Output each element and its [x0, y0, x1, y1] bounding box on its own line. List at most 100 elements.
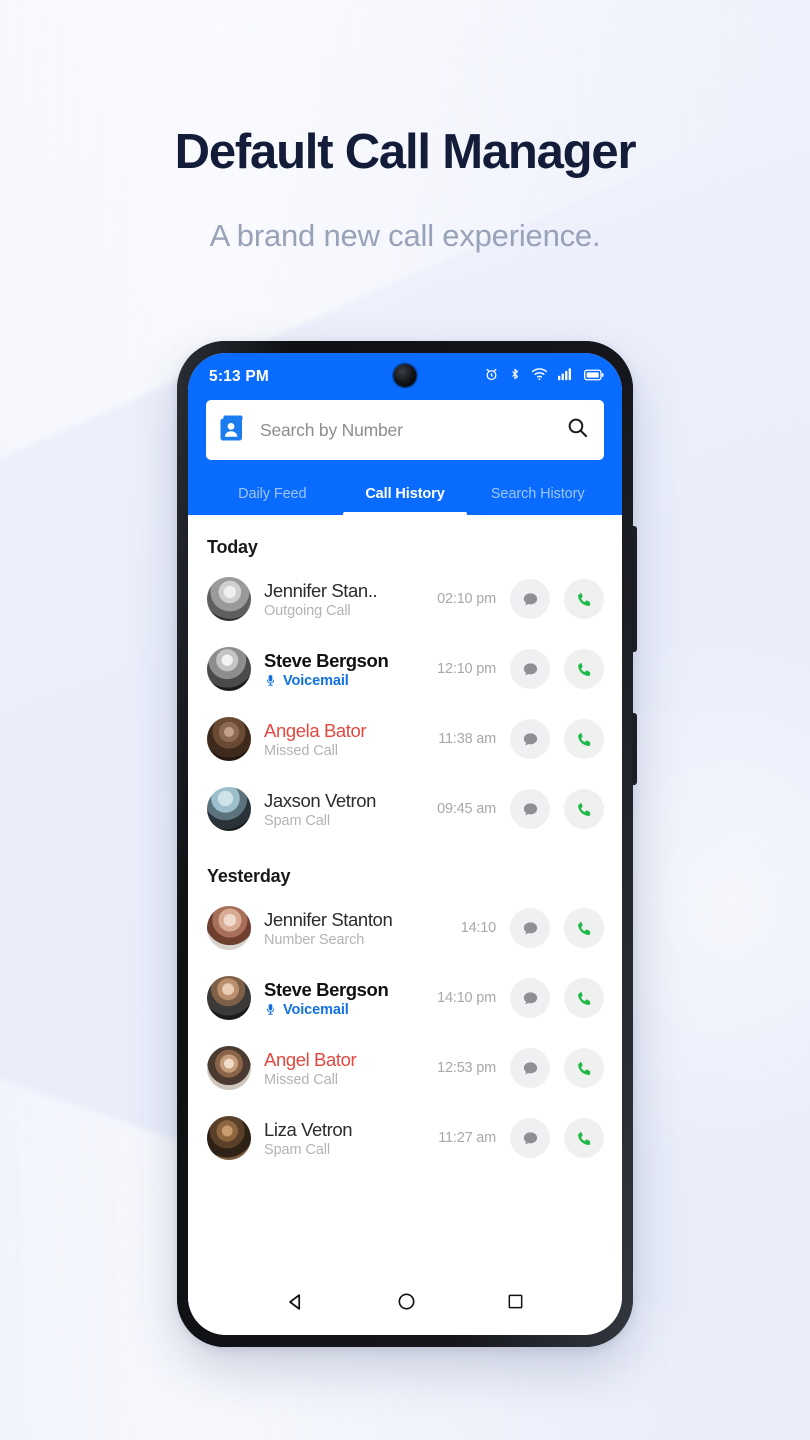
message-button[interactable]	[510, 719, 550, 759]
call-status: Spam Call	[264, 1141, 330, 1158]
call-list-item[interactable]: Liza Vetron Spam Call 11:27 am	[188, 1103, 622, 1173]
avatar	[207, 717, 251, 761]
message-icon	[523, 1061, 537, 1074]
contact-name: Liza Vetron	[264, 1118, 353, 1140]
android-nav-bar	[188, 1273, 622, 1335]
message-button[interactable]	[510, 908, 550, 948]
search-bar[interactable]: Search by Number	[206, 400, 604, 460]
contact-name: Steve Bergson	[264, 978, 389, 1000]
page-title: Default Call Manager	[174, 125, 637, 179]
search-icon[interactable]	[566, 416, 589, 444]
call-time: 12:10 pm	[437, 661, 496, 677]
bluetooth-icon	[509, 366, 521, 387]
tab-bar: Daily Feed Call History Search History	[206, 460, 604, 515]
call-status: Missed Call	[264, 742, 338, 759]
contact-name: Angel Bator	[264, 1048, 357, 1070]
call-status: Outgoing Call	[264, 602, 351, 619]
avatar	[207, 647, 251, 691]
call-list-item[interactable]: Jennifer Stanton Number Search 14:10	[188, 893, 622, 963]
call-meta: Angel Bator Missed Call	[264, 1049, 426, 1088]
call-button[interactable]	[564, 719, 604, 759]
recents-icon[interactable]	[506, 1292, 525, 1316]
call-meta: Jennifer Stan.. Outgoing Call	[264, 580, 426, 619]
call-time: 11:27 am	[438, 1130, 496, 1146]
tab-call-history[interactable]: Call History	[339, 486, 472, 515]
call-time: 09:45 am	[437, 801, 496, 817]
call-button[interactable]	[564, 978, 604, 1018]
call-history-list[interactable]: Today Jennifer Stan.. Outgoing Call 02:1…	[188, 515, 622, 1275]
call-meta: Liza Vetron Spam Call	[264, 1119, 426, 1158]
section-header-today: Today	[207, 537, 258, 557]
call-time: 14:10	[460, 920, 496, 936]
call-button[interactable]	[564, 1048, 604, 1088]
contact-name: Jennifer Stan..	[264, 579, 378, 601]
status-bar: 5:13 PM	[188, 353, 622, 400]
call-icon	[577, 662, 590, 676]
message-button[interactable]	[510, 649, 550, 689]
call-meta: Jennifer Stanton Number Search	[264, 909, 426, 948]
call-list-item[interactable]: Angela Bator Missed Call 11:38 am	[188, 704, 622, 774]
call-list-item[interactable]: Steve Bergson Voicemail 14:10 pm	[188, 963, 622, 1033]
call-button[interactable]	[564, 789, 604, 829]
tab-search-history[interactable]: Search History	[471, 486, 604, 515]
message-button[interactable]	[510, 1048, 550, 1088]
call-icon	[577, 732, 590, 746]
alarm-icon	[484, 367, 499, 387]
call-meta: Angela Bator Missed Call	[264, 720, 426, 759]
app-header: Search by Number Daily Feed Call History…	[188, 400, 622, 515]
microphone-icon	[264, 1002, 277, 1017]
message-icon	[523, 592, 537, 605]
page-subtitle: A brand new call experience.	[209, 218, 601, 253]
call-icon	[577, 1131, 590, 1145]
status-clock: 5:13 PM	[209, 367, 269, 385]
search-input[interactable]: Search by Number	[260, 420, 566, 441]
message-icon	[523, 991, 537, 1004]
message-icon	[523, 1131, 537, 1144]
avatar	[207, 787, 251, 831]
message-button[interactable]	[510, 789, 550, 829]
avatar	[207, 1116, 251, 1160]
call-time: 11:38 am	[438, 731, 496, 747]
avatar	[207, 1046, 251, 1090]
call-button[interactable]	[564, 908, 604, 948]
volume-button[interactable]	[632, 526, 637, 652]
call-time: 12:53 pm	[437, 1060, 496, 1076]
avatar	[207, 976, 251, 1020]
power-button[interactable]	[632, 713, 637, 785]
call-button[interactable]	[564, 579, 604, 619]
call-icon	[577, 921, 590, 935]
call-meta: Steve Bergson Voicemail	[264, 979, 426, 1018]
message-button[interactable]	[510, 579, 550, 619]
battery-icon	[584, 368, 604, 386]
call-icon	[577, 1061, 590, 1075]
tab-daily-feed[interactable]: Daily Feed	[206, 486, 339, 515]
call-icon	[577, 991, 590, 1005]
call-status: Missed Call	[264, 1071, 338, 1088]
call-icon	[577, 592, 590, 606]
call-meta: Jaxson Vetron Spam Call	[264, 790, 426, 829]
call-list-item[interactable]: Angel Bator Missed Call 12:53 pm	[188, 1033, 622, 1103]
message-icon	[523, 921, 537, 934]
message-icon	[523, 802, 537, 815]
call-list-item[interactable]: Jennifer Stan.. Outgoing Call 02:10 pm	[188, 564, 622, 634]
back-icon[interactable]	[285, 1291, 307, 1318]
contact-name: Steve Bergson	[264, 649, 389, 671]
call-list-item[interactable]: Steve Bergson Voicemail 12:10 pm	[188, 634, 622, 704]
message-icon	[523, 662, 537, 675]
call-time: 02:10 pm	[437, 591, 496, 607]
call-button[interactable]	[564, 1118, 604, 1158]
call-list-item[interactable]: Jaxson Vetron Spam Call 09:45 am	[188, 774, 622, 844]
signal-icon	[558, 367, 574, 386]
call-button[interactable]	[564, 649, 604, 689]
message-button[interactable]	[510, 978, 550, 1018]
home-icon[interactable]	[396, 1291, 417, 1317]
message-button[interactable]	[510, 1118, 550, 1158]
contact-name: Jaxson Vetron	[264, 789, 377, 811]
contact-card-icon	[220, 414, 246, 447]
message-icon	[523, 732, 537, 745]
phone-screen: 5:13 PM Search by Number Daily Feed Call…	[188, 353, 622, 1335]
call-status-label: Voicemail	[283, 672, 349, 689]
phone-mockup: 5:13 PM Search by Number Daily Feed Call…	[177, 341, 637, 1347]
avatar	[207, 577, 251, 621]
call-status: Number Search	[264, 931, 365, 948]
